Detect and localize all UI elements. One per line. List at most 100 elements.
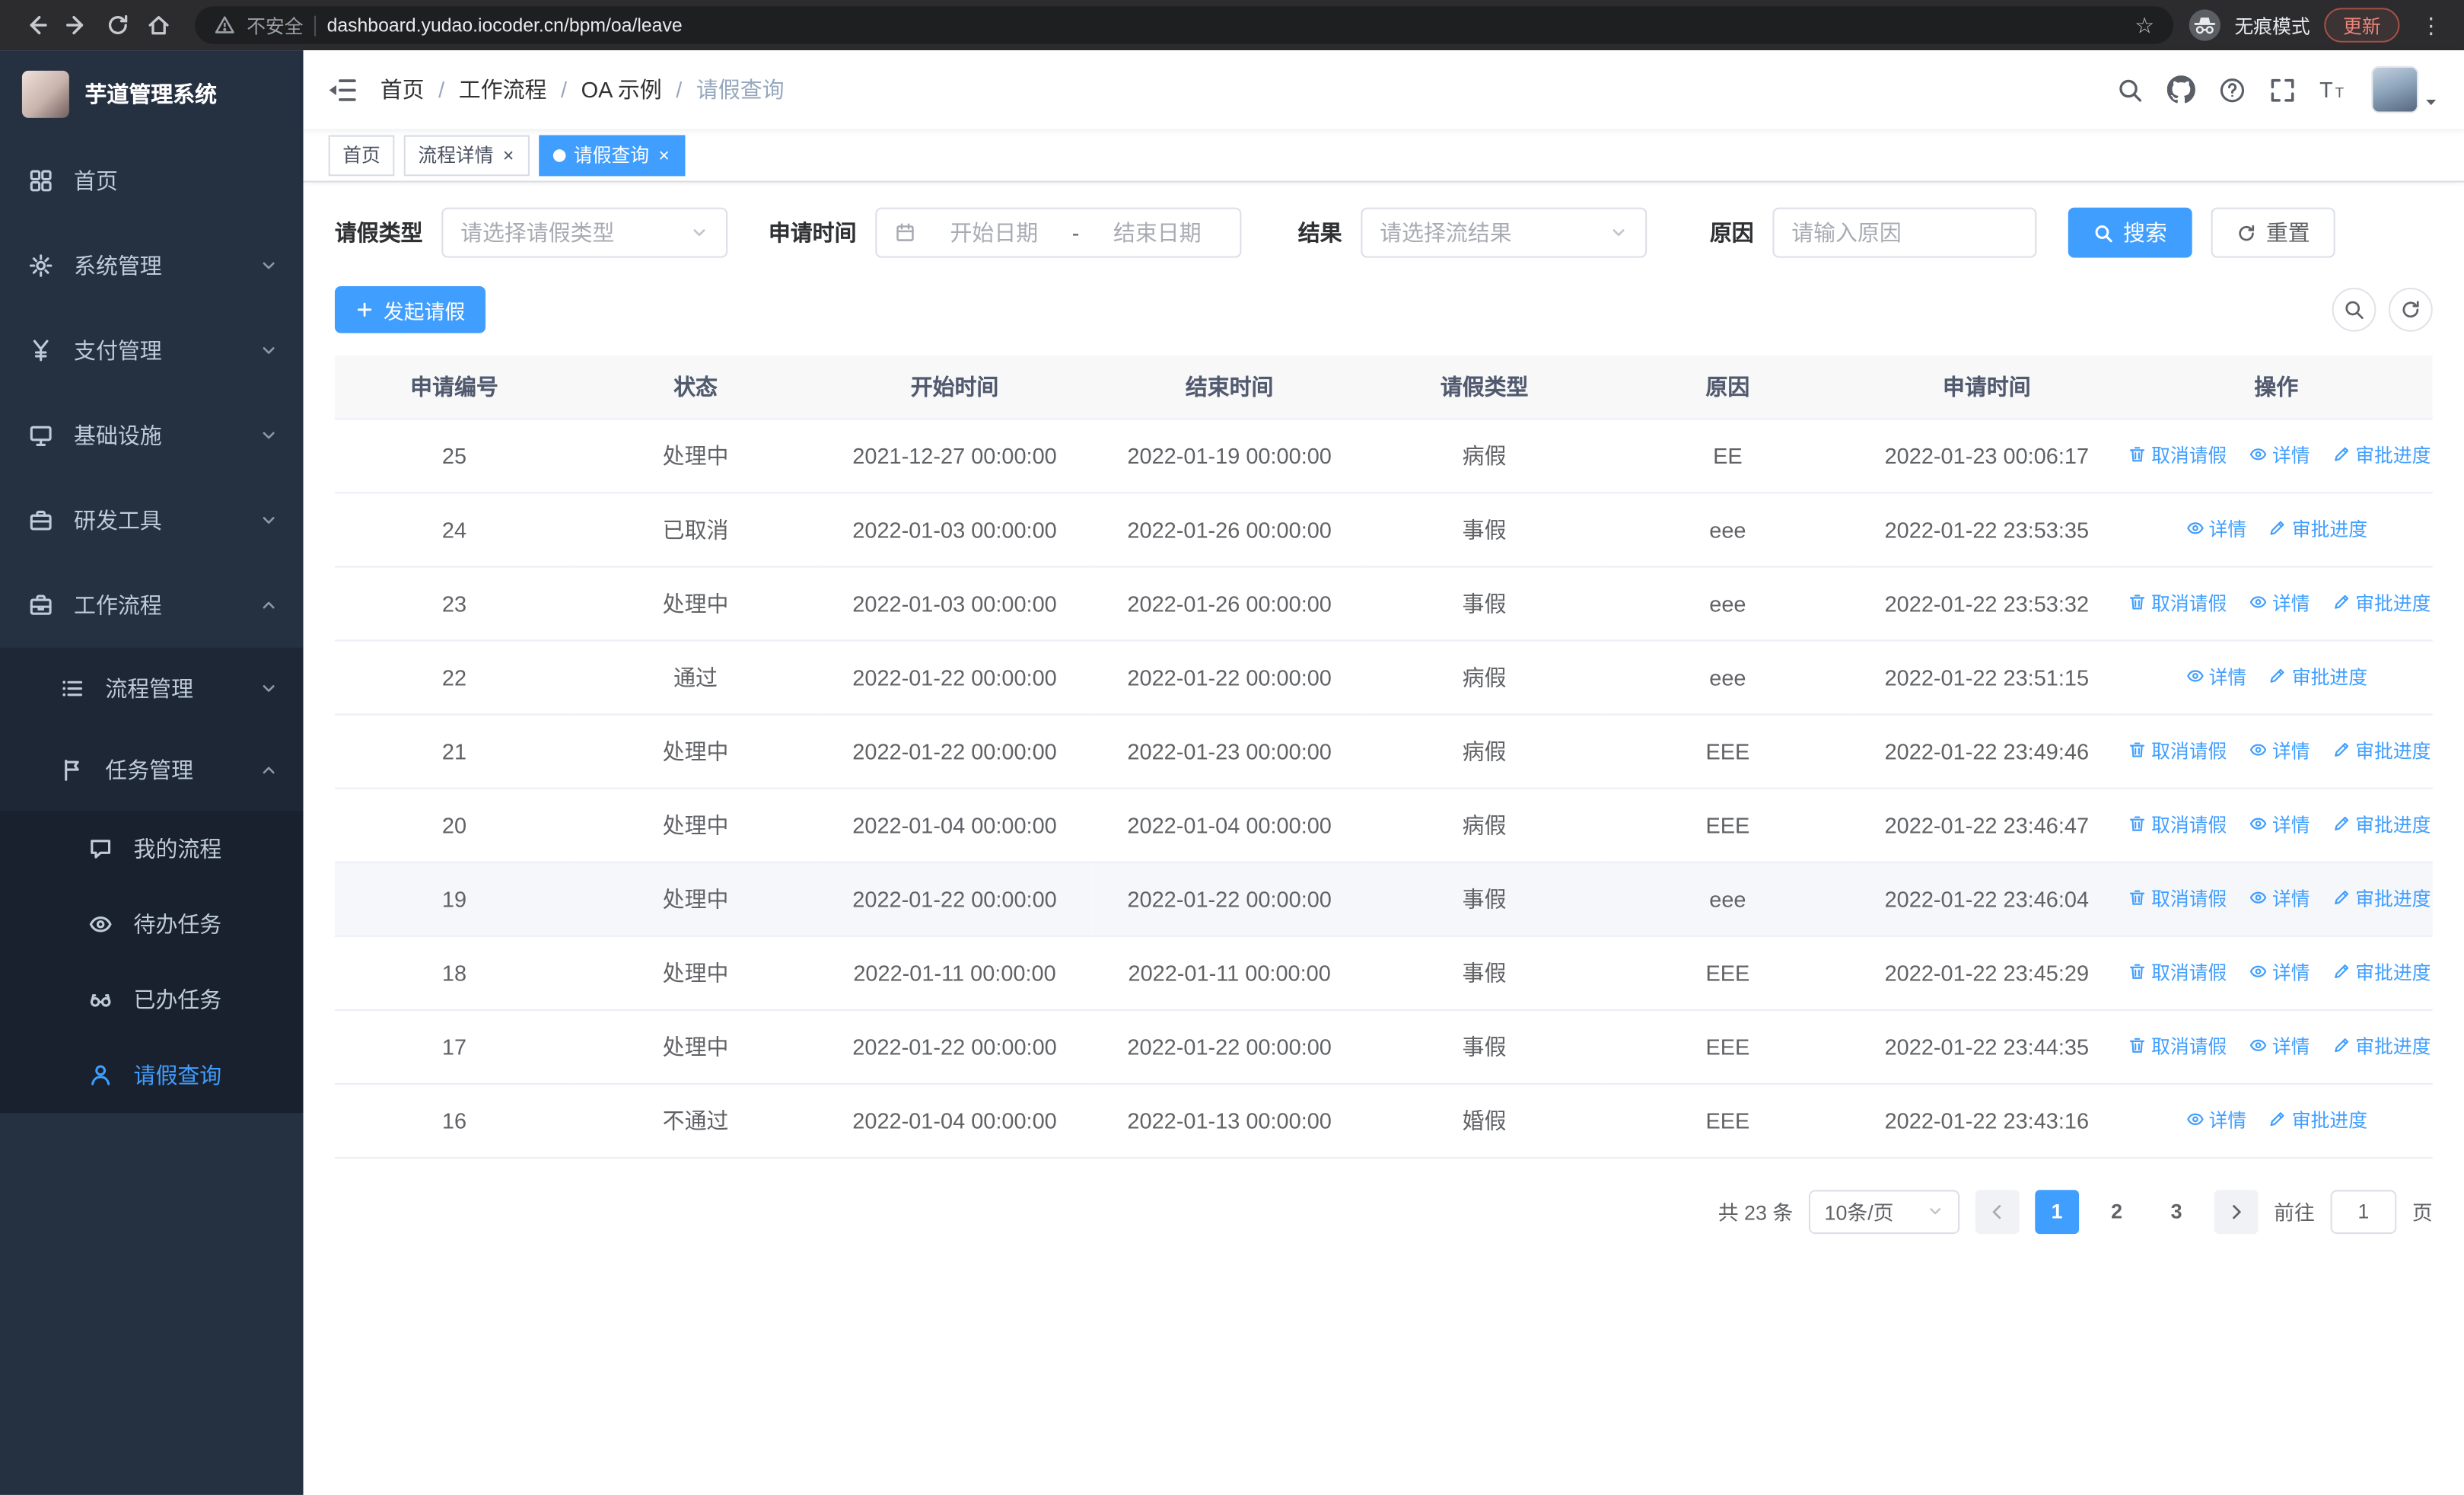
- sidebar-item-workflow[interactable]: 工作流程: [0, 563, 304, 648]
- reason-label: 原因: [1709, 220, 1754, 246]
- tag-home[interactable]: 首页: [328, 134, 395, 176]
- page-2-button[interactable]: 2: [2095, 1189, 2139, 1233]
- cancel-leave-link[interactable]: 取消请假: [2128, 441, 2227, 468]
- tag-leave-query[interactable]: 请假查询 ×: [539, 134, 686, 176]
- approval-progress-link[interactable]: 审批进度: [2332, 885, 2431, 911]
- cancel-leave-link[interactable]: 取消请假: [2128, 737, 2227, 763]
- detail-link[interactable]: 详情: [2249, 958, 2310, 985]
- result-select[interactable]: 请选择流结果: [1361, 207, 1647, 258]
- detail-link[interactable]: 详情: [2249, 1032, 2310, 1059]
- caret-down-icon: [2426, 100, 2437, 106]
- bookmark-star-icon[interactable]: ☆: [2135, 14, 2154, 37]
- total-count: 共 23 条: [1717, 1200, 1794, 1225]
- breadcrumb-home[interactable]: 首页: [380, 74, 425, 105]
- approval-progress-link[interactable]: 审批进度: [2268, 1106, 2367, 1133]
- cancel-leave-link[interactable]: 取消请假: [2128, 589, 2227, 616]
- update-button[interactable]: 更新: [2324, 8, 2400, 43]
- approval-progress-link[interactable]: 审批进度: [2332, 589, 2431, 616]
- sidebar-item-infrastructure[interactable]: 基础设施: [0, 393, 304, 478]
- breadcrumb: 首页 / 工作流程 / OA 示例 / 请假查询: [380, 74, 785, 105]
- prev-page-button[interactable]: [1975, 1189, 2020, 1234]
- search-icon: [2119, 78, 2142, 101]
- font-size-button[interactable]: TT: [2319, 77, 2348, 102]
- result-label: 结果: [1297, 220, 1342, 246]
- reset-button[interactable]: 重置: [2211, 207, 2335, 258]
- cancel-leave-link[interactable]: 取消请假: [2128, 885, 2227, 911]
- approval-progress-link[interactable]: 审批进度: [2268, 515, 2367, 542]
- detail-link[interactable]: 详情: [2249, 811, 2310, 837]
- start-date-placeholder: 开始日期: [950, 220, 1039, 246]
- logo[interactable]: 芋道管理系统: [0, 50, 304, 139]
- cancel-leave-link[interactable]: 取消请假: [2128, 811, 2227, 837]
- sidebar-item-my-process[interactable]: 我的流程: [0, 811, 304, 887]
- create-leave-button[interactable]: 发起请假: [334, 285, 486, 333]
- detail-link[interactable]: 详情: [2249, 885, 2310, 911]
- table-row: 19 处理中 2022-01-22 00:00:00 2022-01-22 00…: [334, 861, 2433, 936]
- detail-link[interactable]: 详情: [2249, 441, 2310, 468]
- reload-button[interactable]: [97, 6, 138, 44]
- cancel-leave-link[interactable]: 取消请假: [2128, 1032, 2227, 1059]
- fullscreen-button[interactable]: [2269, 76, 2296, 103]
- approval-progress-link[interactable]: 审批进度: [2332, 1032, 2431, 1059]
- detail-link[interactable]: 详情: [2249, 737, 2310, 763]
- eye-icon: [2186, 1114, 2203, 1126]
- end-date-placeholder: 结束日期: [1113, 220, 1202, 246]
- goto-page-input[interactable]: [2330, 1189, 2397, 1234]
- github-link[interactable]: [2166, 75, 2195, 104]
- cancel-leave-link[interactable]: 取消请假: [2128, 958, 2227, 985]
- sidebar-item-todo-tasks[interactable]: 待办任务: [0, 886, 304, 962]
- sidebar-item-task-management[interactable]: 任务管理: [0, 729, 304, 811]
- sidebar-item-home[interactable]: 首页: [0, 139, 304, 224]
- detail-link[interactable]: 详情: [2185, 663, 2246, 690]
- pen-icon: [2271, 521, 2285, 536]
- page-size-select[interactable]: 10条/页: [1808, 1189, 1960, 1234]
- address-bar[interactable]: 不安全 dashboard.yudao.iocoder.cn/bpm/oa/le…: [195, 6, 2173, 44]
- sidebar-item-devtools[interactable]: 研发工具: [0, 478, 304, 563]
- page-1-button[interactable]: 1: [2035, 1189, 2080, 1234]
- sidebar-item-process-management[interactable]: 流程管理: [0, 648, 304, 729]
- sidebar-item-system[interactable]: 系统管理: [0, 223, 304, 308]
- close-icon[interactable]: ×: [501, 145, 516, 164]
- help-button[interactable]: [2219, 76, 2246, 103]
- approval-progress-link[interactable]: 审批进度: [2332, 811, 2431, 837]
- breadcrumb-workflow[interactable]: 工作流程: [459, 74, 547, 105]
- next-page-button[interactable]: [2214, 1189, 2259, 1234]
- col-apply-id: 申请编号: [334, 355, 575, 419]
- tag-process-detail[interactable]: 流程详情 ×: [403, 134, 530, 176]
- detail-link[interactable]: 详情: [2249, 589, 2310, 616]
- approval-progress-link[interactable]: 审批进度: [2332, 958, 2431, 985]
- approval-progress-link[interactable]: 审批进度: [2332, 441, 2431, 468]
- approval-progress-link[interactable]: 审批进度: [2332, 737, 2431, 763]
- sidebar-item-done-tasks[interactable]: 已办任务: [0, 961, 304, 1038]
- search-icon: [2345, 301, 2364, 320]
- search-button[interactable]: 搜索: [2068, 207, 2192, 258]
- breadcrumb-oa-example[interactable]: OA 示例: [581, 74, 662, 105]
- user-menu[interactable]: [2371, 65, 2439, 113]
- refresh-table-button[interactable]: [2388, 287, 2433, 332]
- sidebar-item-payment[interactable]: 支付管理: [0, 308, 304, 394]
- apply-time-range-picker[interactable]: 开始日期 - 结束日期: [875, 207, 1242, 258]
- detail-link[interactable]: 详情: [2185, 515, 2246, 542]
- table-row: 22 通过 2022-01-22 00:00:00 2022-01-22 00:…: [334, 639, 2433, 715]
- home-button[interactable]: [138, 6, 180, 44]
- sidebar-item-leave-query[interactable]: 请假查询: [0, 1037, 304, 1114]
- back-button[interactable]: [16, 6, 57, 44]
- home-icon: [148, 16, 169, 35]
- header-search-button[interactable]: [2117, 76, 2144, 103]
- incognito-icon: [2189, 9, 2220, 41]
- briefcase-icon: [30, 594, 52, 615]
- close-icon[interactable]: ×: [657, 145, 671, 164]
- forward-button[interactable]: [56, 6, 97, 44]
- detail-link[interactable]: 详情: [2185, 1106, 2246, 1133]
- leave-type-select[interactable]: 请选择请假类型: [441, 207, 728, 258]
- chevron-down-icon: [1930, 1208, 1940, 1215]
- table-row: 16 不通过 2022-01-04 00:00:00 2022-01-13 00…: [334, 1082, 2433, 1158]
- show-search-button[interactable]: [2332, 287, 2376, 332]
- page-3-button[interactable]: 3: [2154, 1189, 2198, 1233]
- reason-input[interactable]: [1791, 220, 2018, 246]
- approval-progress-link[interactable]: 审批进度: [2268, 663, 2367, 690]
- browser-menu-icon[interactable]: ⋮: [2414, 11, 2448, 38]
- sidebar-collapse-button[interactable]: [329, 78, 357, 101]
- breadcrumb-leave-query: 请假查询: [696, 77, 785, 103]
- table-toolbar: 发起请假: [334, 285, 2433, 333]
